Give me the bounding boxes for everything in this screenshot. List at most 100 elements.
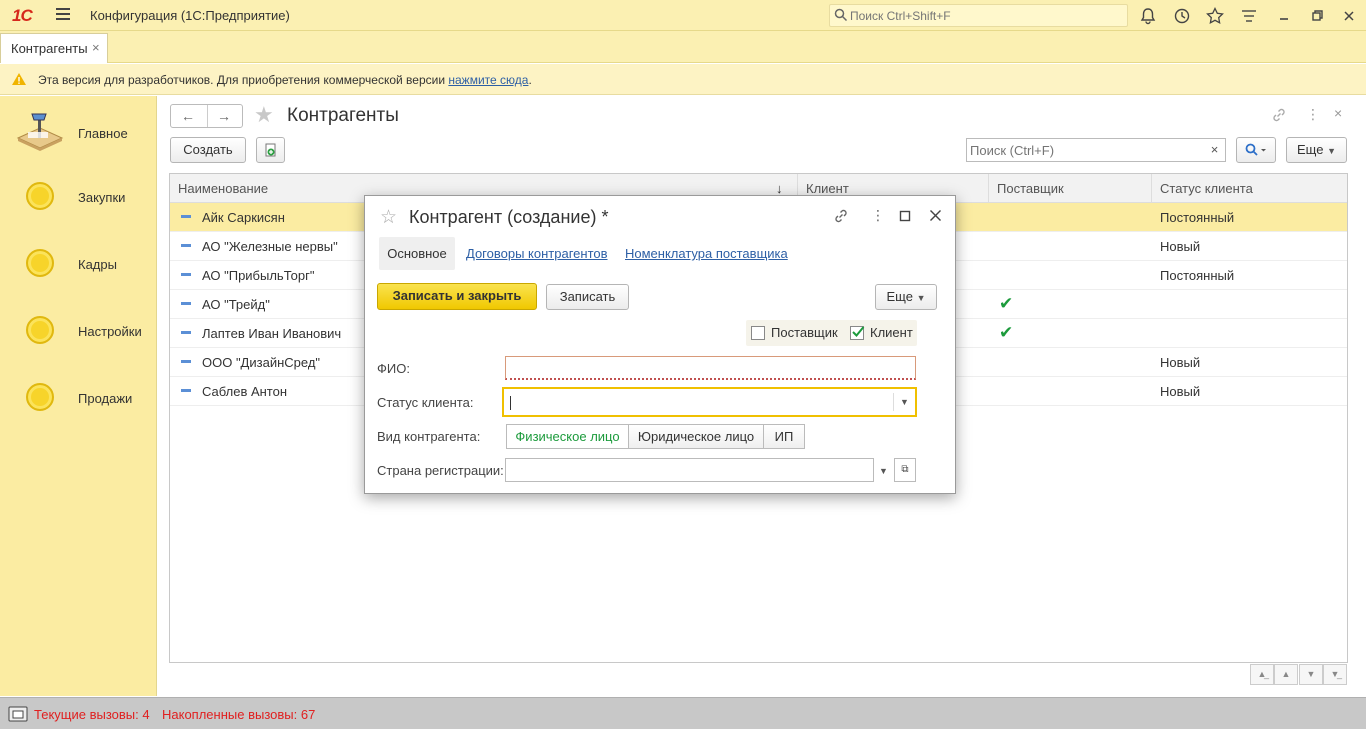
filter-menu-icon[interactable] [1240,7,1258,25]
section-glavnoe[interactable]: Главное [0,100,157,160]
bell-icon[interactable] [1139,7,1157,25]
find-button[interactable] [1236,137,1276,163]
minimize-icon[interactable] [1275,7,1293,25]
copy-button[interactable] [256,137,285,163]
cell-name: АО "ПрибыльТорг" [202,268,315,283]
forward-arrow-icon[interactable]: → [217,108,231,124]
role-checkboxes: Поставщик Клиент [746,320,917,346]
close-icon[interactable] [929,209,942,222]
yellow-circle-icon [26,383,54,411]
vid-option-ip[interactable]: ИП [763,424,805,449]
favorite-star-icon[interactable]: ★ [254,102,274,128]
cell-name: АО "Трейд" [202,297,270,312]
nav-buttons: ← → [170,104,243,128]
section-label: Кадры [78,257,117,272]
restore-icon[interactable] [1308,7,1326,25]
open-country-icon[interactable]: ⧉ [894,458,916,482]
create-button[interactable]: Создать [170,137,246,163]
vid-label: Вид контрагента: [377,429,481,444]
cell-name: ООО "ДизайнСред" [202,355,321,370]
scroll-down-icon[interactable]: ▼ [1299,664,1323,685]
section-label: Продажи [78,391,133,406]
back-arrow-icon[interactable]: ← [181,108,195,124]
column-header-name[interactable]: Наименование [178,181,268,196]
cell-name: Айк Саркисян [202,210,285,225]
save-and-close-button[interactable]: Записать и закрыть [377,283,537,310]
warning-suffix: . [528,73,532,87]
main-menu-icon[interactable] [56,8,70,20]
open-windows-bar: Контрагенты × [0,31,1366,63]
warning-message: Эта версия для разработчиков. Для приобр… [38,73,449,87]
top-bar: 1С Конфигурация (1С:Предприятие) [0,0,1366,31]
tab-supplier-nomenclature[interactable]: Номенклатура поставщика [625,237,788,270]
client-status-label: Статус клиента: [377,395,474,410]
fio-field[interactable] [505,356,916,380]
row-item-icon [181,215,191,218]
server-calls-icon[interactable] [8,705,28,723]
column-header-status[interactable]: Статус клиента [1160,181,1253,196]
row-item-icon [181,331,191,334]
supplier-checkbox[interactable] [751,326,765,340]
history-icon[interactable] [1173,7,1191,25]
dropdown-arrow-icon[interactable]: ▼ [900,397,909,407]
client-checkbox[interactable] [850,326,865,340]
global-search-field[interactable] [829,4,1128,27]
section-zakupki[interactable]: Закупки [0,166,157,226]
country-field[interactable]: ▼ [505,458,888,482]
desk-lamp-icon [16,113,64,151]
chevron-down-icon: ▼ [916,293,926,303]
scroll-bottom-icon[interactable]: ▼̲ [1323,664,1347,685]
close-form-icon[interactable]: × [1334,105,1342,121]
section-nastroyki[interactable]: Настройки [0,300,157,360]
row-item-icon [181,360,191,363]
clear-search-icon[interactable]: × [1204,138,1226,162]
vid-option-legal-entity[interactable]: Юридическое лицо [628,424,764,449]
row-item-icon [181,244,191,247]
sort-desc-icon: ↓ [776,181,783,196]
dialog-title: Контрагент (создание) * [409,207,609,227]
column-header-supplier[interactable]: Поставщик [997,181,1064,196]
tab-close-icon[interactable]: × [92,40,100,55]
scroll-top-icon[interactable]: ▲̲ [1250,664,1274,685]
client-status-field[interactable]: ▼ [502,387,917,417]
row-item-icon [181,389,191,392]
more-label: Еще [1297,142,1324,157]
search-icon [1245,143,1266,156]
list-search-input[interactable] [970,142,1200,158]
cell-status: Постоянный [1160,268,1235,283]
scroll-up-icon[interactable]: ▲ [1274,664,1298,685]
cell-status: Новый [1160,384,1201,399]
tab-contracts[interactable]: Договоры контрагентов [466,237,608,270]
search-icon [834,8,848,22]
favorites-star-icon[interactable] [1206,7,1224,25]
section-kadry[interactable]: Кадры [0,233,157,293]
warning-icon [12,73,26,85]
tab-kontragenty[interactable]: Контрагенты × [0,33,108,63]
client-checkbox-label: Клиент [870,325,913,340]
save-button[interactable]: Записать [546,284,629,310]
link-icon[interactable] [833,208,849,224]
close-window-icon[interactable] [1340,7,1358,25]
table-scroll-buttons: ▲̲ ▲ ▼ ▼̲ [1250,664,1348,686]
maximize-icon[interactable] [899,210,911,222]
favorite-star-icon[interactable]: ☆ [380,206,397,229]
column-header-client[interactable]: Клиент [806,181,849,196]
vid-option-individual[interactable]: Физическое лицо [506,424,629,449]
more-vertical-icon[interactable]: ⋮ [871,207,885,224]
global-search-input[interactable] [850,7,1120,25]
page-title: Контрагенты [287,105,399,126]
tab-osnovnoe[interactable]: Основное [379,237,455,270]
dropdown-arrow-icon[interactable]: ▼ [879,466,888,476]
list-search-field[interactable] [966,138,1205,162]
section-label: Настройки [78,324,142,339]
section-prodazhi[interactable]: Продажи [0,367,157,427]
supplier-check-icon: ✔ [999,294,1014,313]
country-label: Страна регистрации: [377,463,504,478]
more-vertical-icon[interactable]: ⋮ [1306,106,1320,123]
buy-license-link[interactable]: нажмите сюда [448,73,528,87]
section-label: Главное [78,126,128,141]
more-button[interactable]: Еще ▼ [1286,137,1347,163]
link-icon[interactable] [1271,107,1287,123]
more-button[interactable]: Еще ▼ [875,284,937,310]
fio-label: ФИО: [377,361,410,376]
